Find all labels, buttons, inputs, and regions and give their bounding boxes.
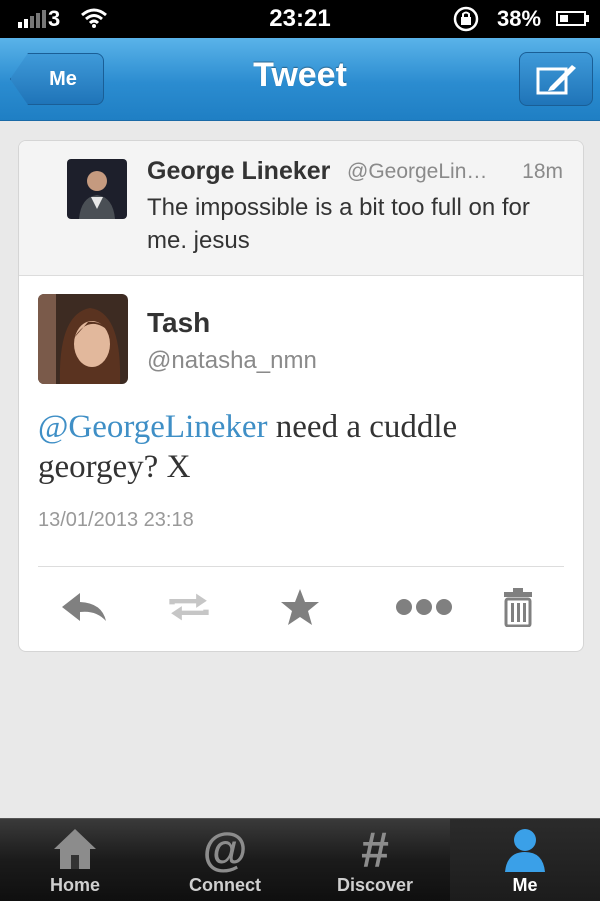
tab-connect[interactable]: @ Connect (150, 819, 300, 901)
home-icon (0, 825, 150, 873)
battery-icon (556, 11, 586, 26)
parent-tweet-text: The impossible is a bit too full on for … (147, 194, 530, 254)
delete-button[interactable] (493, 587, 543, 627)
battery-percent: 38% (497, 6, 542, 31)
svg-text:@: @ (203, 825, 248, 873)
tab-label: Connect (189, 875, 261, 895)
tab-bar: Home @ Connect # Discover Me (0, 818, 600, 901)
tweet-timestamp: 13/01/2013 23:18 (38, 509, 194, 531)
parent-tweet[interactable]: George Lineker @GeorgeLin… 18m The impos… (19, 141, 583, 276)
status-bar: 3 23:21 38% (0, 0, 600, 38)
orientation-lock-icon (452, 6, 480, 37)
hashtag-icon: # (300, 825, 450, 873)
tab-discover[interactable]: # Discover (300, 819, 450, 901)
tab-label: Discover (336, 875, 414, 895)
at-icon: @ (150, 825, 300, 873)
tweet-text: @GeorgeLineker need a cuddle georgey? X (38, 407, 558, 487)
tab-home[interactable]: Home (0, 819, 150, 901)
more-button[interactable] (384, 587, 464, 627)
retweet-icon (169, 593, 209, 621)
reply-icon (62, 593, 106, 621)
author-name: Tash (147, 307, 211, 338)
tab-label: Home (49, 875, 100, 895)
author-handle: @natasha_nmn (147, 347, 317, 374)
reply-button[interactable] (59, 587, 109, 627)
navigation-bar: Me Tweet (0, 38, 600, 121)
mention-link[interactable]: @GeorgeLineker (38, 409, 268, 445)
tab-label: Me (512, 875, 538, 895)
parent-tweet-time: 18m (522, 160, 563, 183)
battery-fill (560, 15, 569, 22)
favorite-button[interactable] (275, 587, 325, 627)
parent-author-name: George Lineker (147, 157, 331, 185)
more-icon (396, 599, 452, 615)
page-title: Tweet (253, 56, 347, 94)
avatar[interactable] (67, 159, 127, 219)
tweet-card: George Lineker @GeorgeLin… 18m The impos… (18, 140, 584, 652)
delete-icon (504, 588, 532, 627)
retweet-button[interactable] (164, 587, 214, 627)
tab-me[interactable]: Me (450, 819, 600, 901)
compose-button[interactable] (519, 52, 593, 106)
battery-cap (586, 15, 589, 22)
avatar[interactable] (38, 294, 128, 384)
favorite-icon (281, 589, 319, 625)
divider (38, 566, 564, 567)
person-icon (450, 825, 600, 873)
parent-author-handle: @GeorgeLin… (347, 160, 488, 183)
svg-text:#: # (361, 825, 389, 873)
compose-icon (536, 65, 576, 95)
